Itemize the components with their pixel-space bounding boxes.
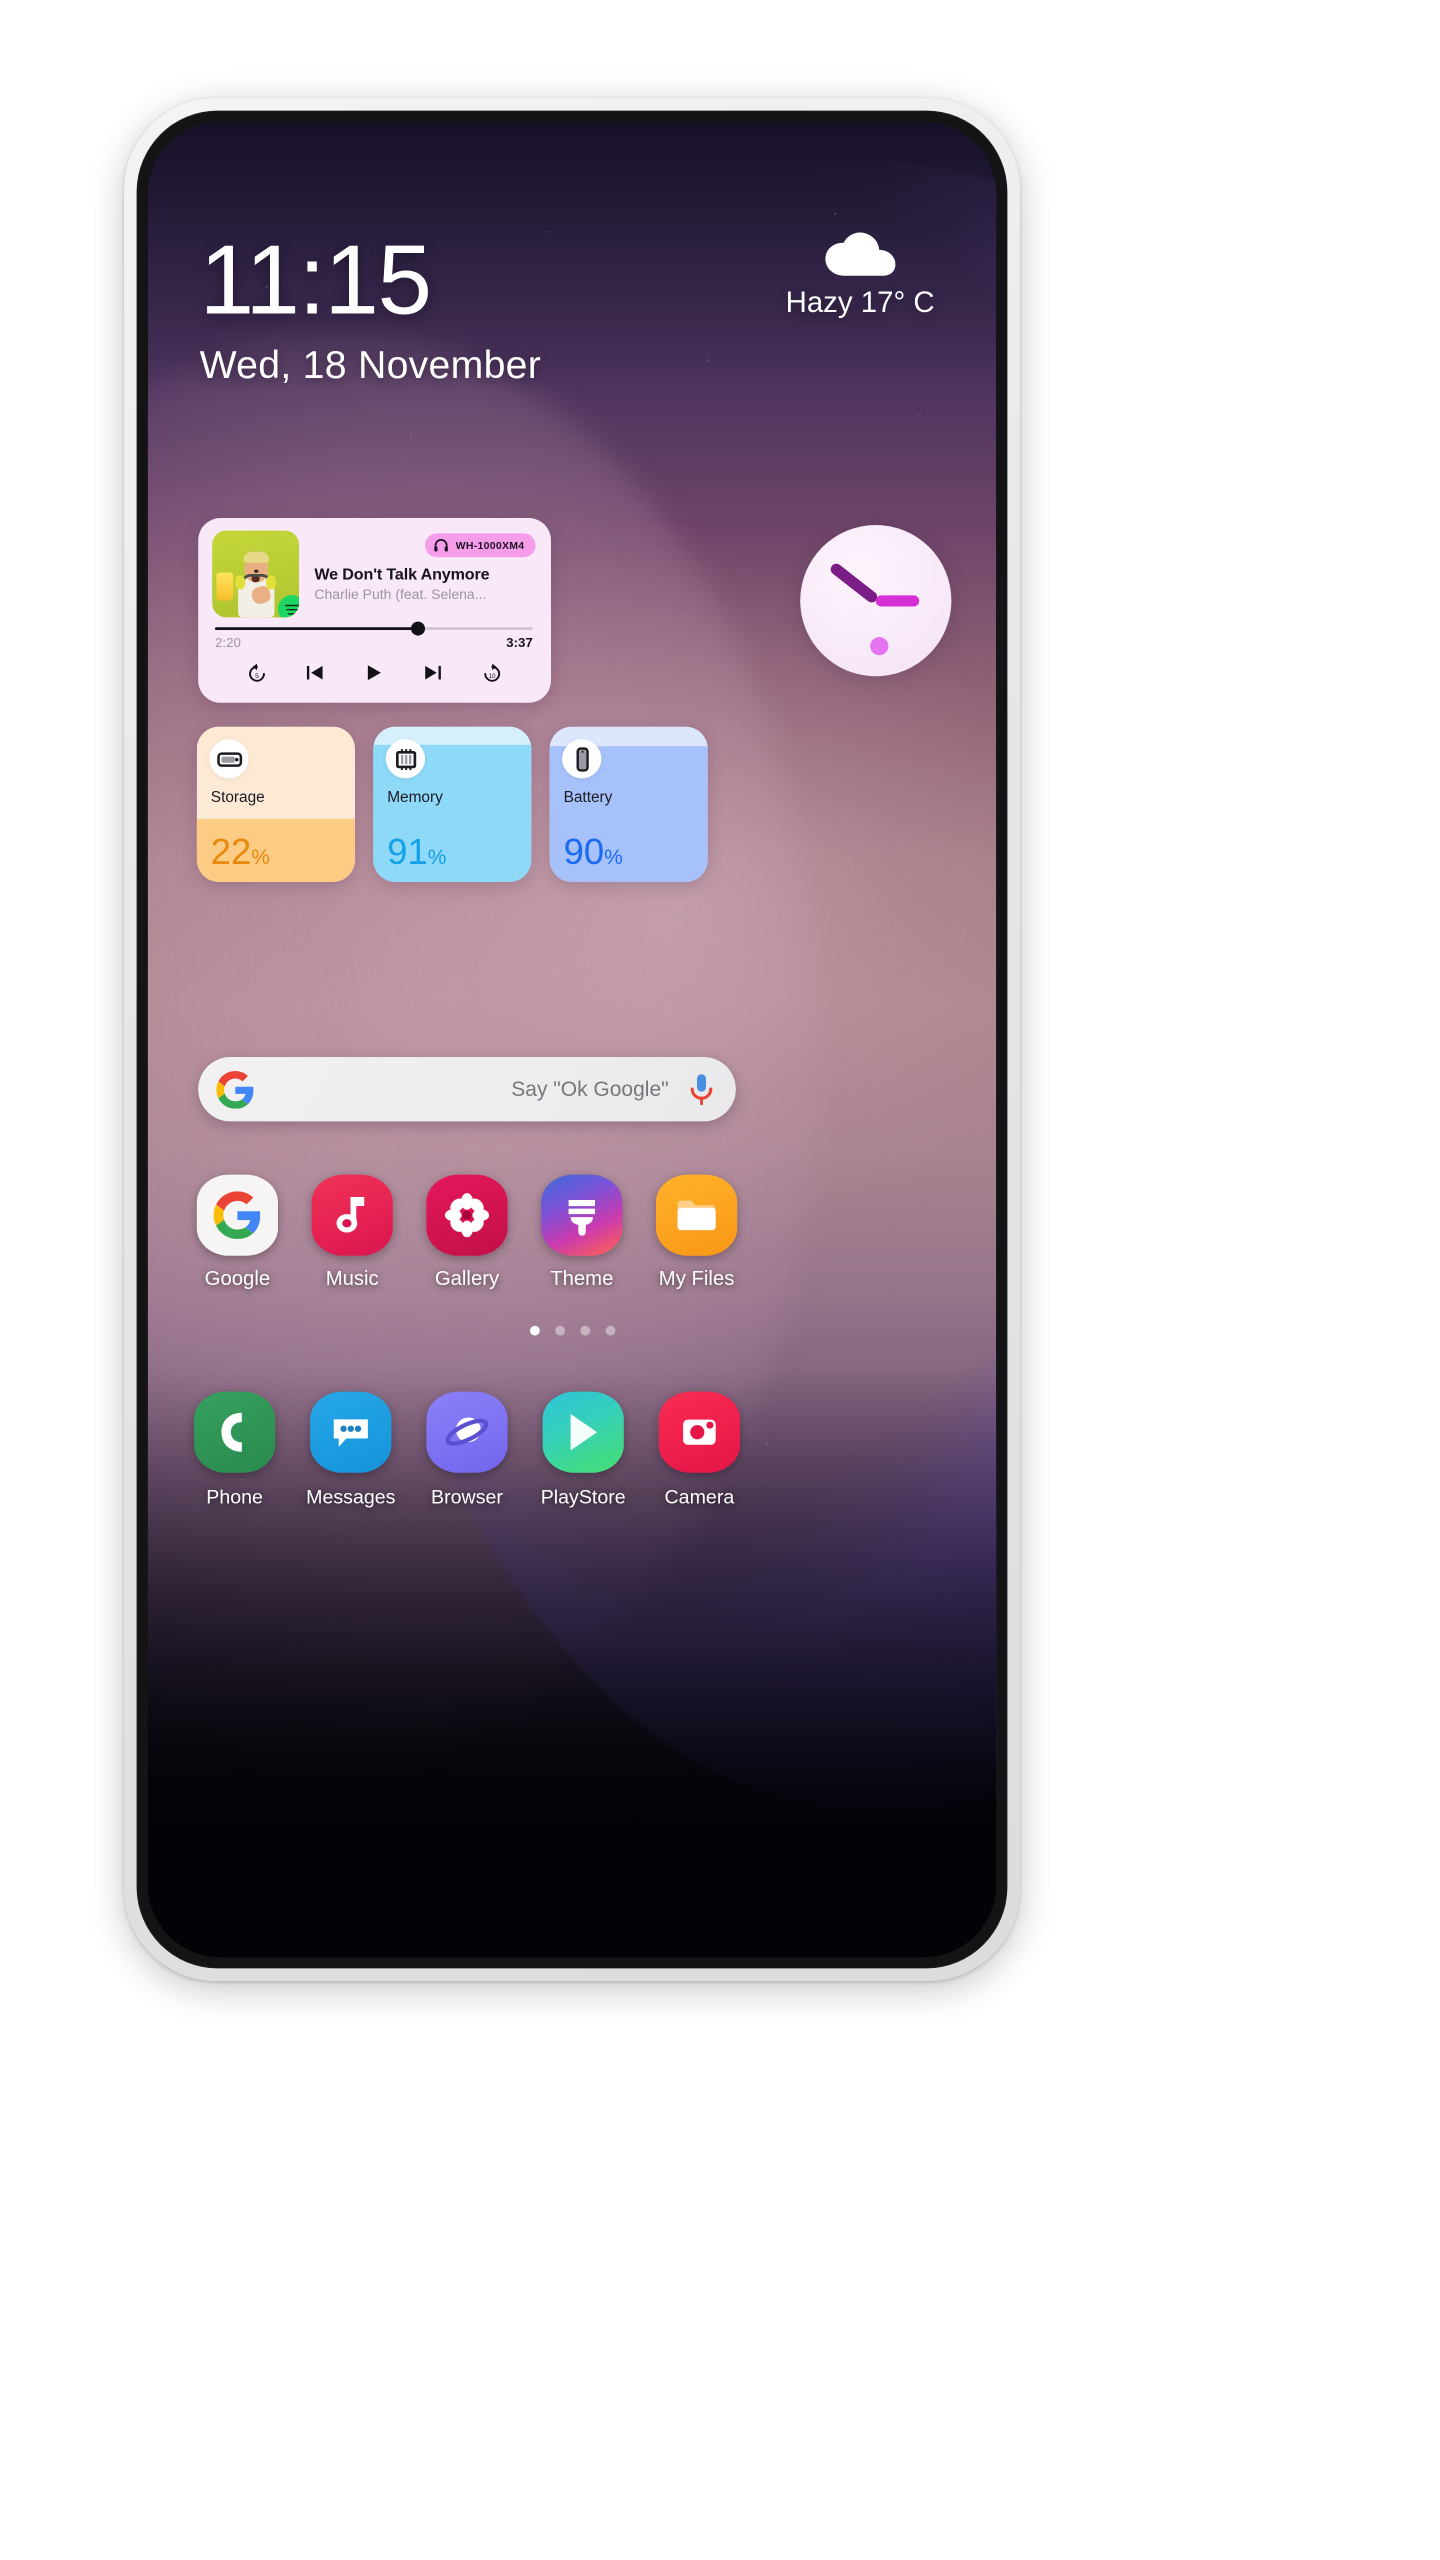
dock-item-camera[interactable]: Camera <box>649 1391 750 1508</box>
weather-text: Hazy 17° C <box>785 287 935 320</box>
total-time: 3:37 <box>506 636 533 652</box>
browser-planet-icon <box>426 1391 508 1473</box>
phone-handset-icon <box>194 1391 276 1473</box>
app-label: Music <box>325 1268 379 1291</box>
app-label: My Files <box>658 1268 735 1291</box>
storage-value: 22% <box>210 830 270 873</box>
spotify-icon <box>278 595 299 618</box>
device-name: WH-1000XM4 <box>455 539 525 552</box>
google-logo-icon <box>216 1070 254 1109</box>
phone-bezel: 11:15 Wed, 18 November Hazy 17° C WH-100… <box>136 110 1008 1969</box>
battery-label: Battery <box>563 789 613 807</box>
app-my-files[interactable]: My Files <box>646 1174 747 1291</box>
phone-battery-icon <box>562 739 602 779</box>
storage-icon <box>209 739 249 779</box>
cloud-icon <box>824 231 897 279</box>
clock-hour-hand <box>828 561 880 605</box>
folder-icon <box>656 1174 738 1256</box>
app-google[interactable]: Google <box>187 1174 288 1291</box>
app-label: Google <box>204 1268 271 1291</box>
app-theme[interactable]: Theme <box>531 1174 632 1291</box>
dock-item-messages[interactable]: Messages <box>300 1391 401 1508</box>
current-time: 2:20 <box>215 636 241 652</box>
app-label: Camera <box>664 1485 735 1508</box>
memory-label: Memory <box>387 789 443 807</box>
forward-10-icon[interactable]: 10 <box>480 661 504 685</box>
home-app-row: Google Music Gallery Theme My Files <box>187 1174 747 1291</box>
svg-text:5: 5 <box>254 673 258 680</box>
weather-widget[interactable]: Hazy 17° C <box>786 231 935 321</box>
clock-time: 11:15 <box>199 225 432 335</box>
app-label: PlayStore <box>540 1485 626 1508</box>
clock-date: Wed, 18 November <box>199 343 542 387</box>
microphone-icon[interactable] <box>688 1072 715 1107</box>
app-label: Phone <box>206 1485 263 1508</box>
app-music[interactable]: Music <box>302 1174 403 1291</box>
track-title: We Don't Talk Anymore <box>314 567 490 584</box>
wallpaper <box>147 121 997 1958</box>
album-art <box>212 530 299 618</box>
play-triangle-icon <box>542 1391 624 1473</box>
page-dot-3[interactable] <box>579 1325 590 1336</box>
app-label: Gallery <box>434 1268 500 1291</box>
track-artist: Charlie Puth (feat. Selena... <box>314 588 487 604</box>
page-dot-4[interactable] <box>604 1325 615 1336</box>
phone-screen: 11:15 Wed, 18 November Hazy 17° C WH-100… <box>147 121 997 1958</box>
dock-item-phone[interactable]: Phone <box>184 1391 285 1508</box>
message-bubble-icon <box>310 1391 392 1473</box>
playback-progress-slider[interactable] <box>215 621 533 636</box>
memory-widget[interactable]: Memory 91% <box>373 726 532 882</box>
search-placeholder[interactable]: Say "Ok Google" <box>254 1077 688 1101</box>
app-gallery[interactable]: Gallery <box>417 1174 518 1291</box>
camera-icon <box>658 1391 740 1473</box>
analog-clock-widget[interactable] <box>800 525 952 677</box>
page-indicator <box>148 1325 996 1336</box>
app-label: Messages <box>306 1485 396 1508</box>
app-label: Theme <box>550 1268 614 1291</box>
playback-controls: 5 10 <box>212 661 535 685</box>
clock-second-dot <box>869 636 888 656</box>
app-label: Browser <box>431 1485 503 1508</box>
headphones-icon <box>433 538 448 553</box>
google-search-bar[interactable]: Say "Ok Google" <box>198 1057 736 1122</box>
gallery-flower-icon <box>426 1174 508 1256</box>
previous-track-icon[interactable] <box>303 661 327 685</box>
theme-brush-icon <box>541 1174 623 1256</box>
battery-value: 90% <box>563 830 623 873</box>
dock-item-playstore[interactable]: PlayStore <box>533 1391 634 1508</box>
home-dock: Phone Messages Browser PlayStore Camera <box>184 1391 750 1508</box>
google-app-icon <box>196 1174 278 1256</box>
play-icon[interactable] <box>362 661 386 685</box>
page-dot-1[interactable] <box>529 1325 540 1336</box>
next-track-icon[interactable] <box>421 661 445 685</box>
clock-minute-hand <box>875 595 920 606</box>
page-dot-2[interactable] <box>554 1325 565 1336</box>
system-stats-row: Storage 22% Memory 91% Battery 90% <box>196 726 708 882</box>
progress-knob[interactable] <box>411 621 426 636</box>
memory-value: 91% <box>387 830 447 873</box>
storage-widget[interactable]: Storage 22% <box>196 726 355 882</box>
battery-widget[interactable]: Battery 90% <box>549 726 708 882</box>
dock-item-browser[interactable]: Browser <box>417 1391 518 1508</box>
music-note-icon <box>311 1174 393 1256</box>
phone-device-frame: 11:15 Wed, 18 November Hazy 17° C WH-100… <box>124 98 1020 1981</box>
music-player-widget[interactable]: WH-1000XM4 We Don't Talk Anymore Charlie… <box>198 518 551 703</box>
svg-text:10: 10 <box>488 674 495 680</box>
connected-device-badge[interactable]: WH-1000XM4 <box>424 533 536 558</box>
memory-chip-icon <box>385 739 425 779</box>
lockscreen-clock[interactable]: 11:15 Wed, 18 November <box>200 231 541 388</box>
storage-label: Storage <box>210 789 265 807</box>
rewind-5-icon[interactable]: 5 <box>244 661 268 685</box>
